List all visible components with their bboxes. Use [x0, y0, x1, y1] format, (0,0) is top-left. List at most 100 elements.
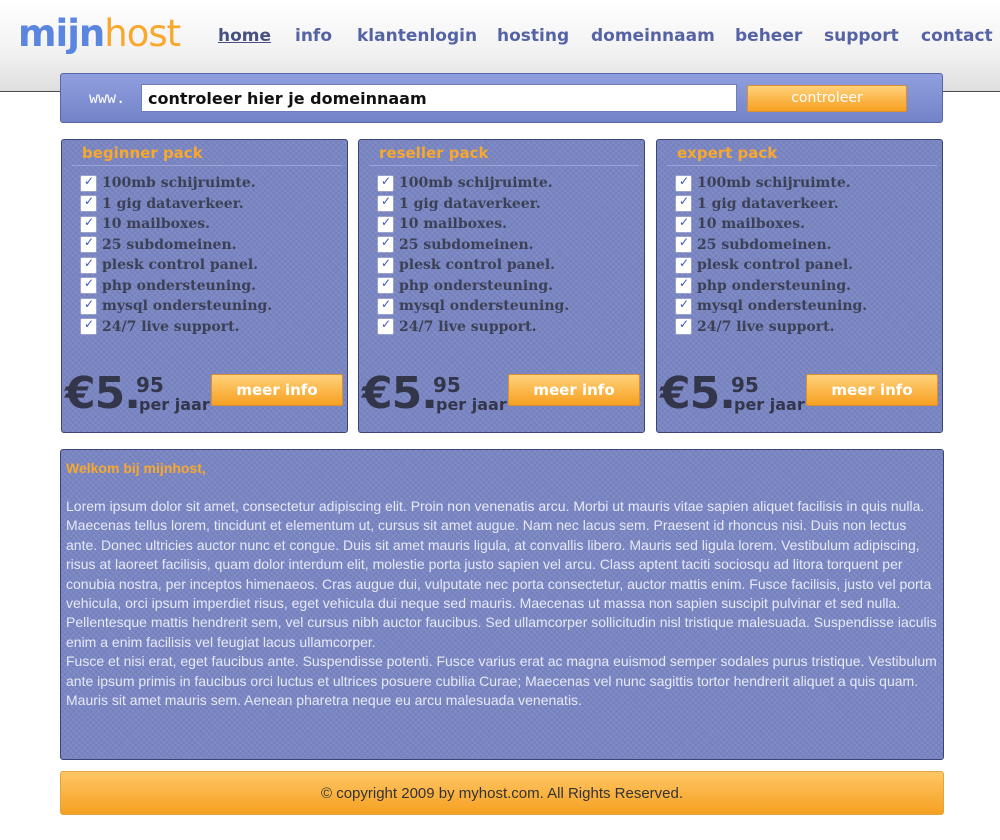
welcome-title: Welkom bij mijnhost,	[66, 460, 206, 476]
www-prefix: www.	[89, 89, 126, 107]
feature-item: mysql ondersteuning.	[80, 296, 272, 317]
nav-home[interactable]: home	[218, 26, 271, 46]
copyright-text: © copyright 2009 by myhost.com. All Righ…	[320, 785, 684, 802]
feature-item: php ondersteuning.	[675, 276, 867, 297]
nav-hosting[interactable]: hosting	[497, 26, 569, 46]
checkbox-checked-icon	[80, 256, 97, 274]
feature-item: 1 gig dataverkeer.	[377, 194, 569, 215]
feature-item: mysql ondersteuning.	[377, 296, 569, 317]
feature-text: 24/7 live support.	[697, 318, 835, 335]
feature-item: plesk control panel.	[377, 255, 569, 276]
checkbox-checked-icon	[80, 174, 97, 192]
price-period: per jaar	[734, 395, 805, 414]
feature-item: 1 gig dataverkeer.	[675, 194, 867, 215]
nav-contact[interactable]: contact	[921, 26, 993, 46]
domain-input[interactable]	[141, 84, 737, 112]
feature-item: 25 subdomeinen.	[80, 235, 272, 256]
more-info-button[interactable]: meer info	[806, 374, 938, 406]
feature-text: 1 gig dataverkeer.	[102, 195, 244, 212]
feature-item: 10 mailboxes.	[377, 214, 569, 235]
feature-text: php ondersteuning.	[697, 277, 851, 294]
feature-text: mysql ondersteuning.	[102, 298, 273, 315]
feature-item: 25 subdomeinen.	[377, 235, 569, 256]
feature-item: mysql ondersteuning.	[675, 296, 867, 317]
feature-text: 100mb schijruimte.	[697, 175, 851, 192]
logo-part-mijn: mijn	[18, 12, 105, 55]
checkbox-checked-icon	[80, 317, 97, 336]
feature-text: 25 subdomeinen.	[399, 236, 534, 253]
feature-text: 10 mailboxes.	[399, 216, 508, 233]
nav-klantenlogin[interactable]: klantenlogin	[357, 26, 477, 46]
price-cents: 95	[136, 373, 164, 397]
feature-text: 25 subdomeinen.	[697, 236, 832, 253]
feature-text: 1 gig dataverkeer.	[697, 195, 839, 212]
welcome-panel: Welkom bij mijnhost, Lorem ipsum dolor s…	[60, 449, 944, 760]
feature-text: 24/7 live support.	[102, 318, 240, 335]
feature-text: 100mb schijruimte.	[399, 175, 553, 192]
feature-item: 1 gig dataverkeer.	[80, 194, 272, 215]
checkbox-checked-icon	[377, 256, 394, 274]
price-main: €5.	[362, 368, 438, 419]
feature-text: plesk control panel.	[399, 257, 556, 274]
check-domain-button[interactable]: controleer	[747, 85, 907, 112]
feature-text: 24/7 live support.	[399, 318, 537, 335]
feature-item: plesk control panel.	[80, 255, 272, 276]
feature-item: 24/7 live support.	[675, 317, 867, 338]
checkbox-checked-icon	[675, 215, 692, 233]
more-info-button[interactable]: meer info	[211, 374, 343, 406]
pack-title: reseller pack	[379, 144, 489, 162]
feature-item: 10 mailboxes.	[80, 214, 272, 235]
welcome-paragraph-2: Fusce et nisi erat, eget faucibus ante. …	[66, 653, 937, 709]
price-period: per jaar	[436, 395, 507, 414]
feature-item: 10 mailboxes.	[675, 214, 867, 235]
checkbox-checked-icon	[377, 235, 394, 254]
price-main: €5.	[65, 368, 141, 419]
checkbox-checked-icon	[675, 174, 692, 192]
feature-item: php ondersteuning.	[377, 276, 569, 297]
nav-domeinnaam[interactable]: domeinnaam	[591, 26, 715, 46]
more-info-button[interactable]: meer info	[508, 374, 640, 406]
feature-text: plesk control panel.	[697, 257, 854, 274]
checkbox-checked-icon	[377, 276, 394, 295]
checkbox-checked-icon	[377, 174, 394, 192]
price-cents: 95	[731, 373, 759, 397]
welcome-paragraph-1: Lorem ipsum dolor sit amet, consectetur …	[66, 498, 937, 650]
feature-text: 10 mailboxes.	[697, 216, 806, 233]
domain-search-bar: www. controleer	[60, 73, 943, 123]
feature-text: mysql ondersteuning.	[399, 298, 570, 315]
feature-text: 25 subdomeinen.	[102, 236, 237, 253]
checkbox-checked-icon	[80, 276, 97, 295]
price-main: €5.	[660, 368, 736, 419]
nav-support[interactable]: support	[824, 26, 899, 46]
feature-list: 100mb schijruimte. 1 gig dataverkeer. 10…	[377, 173, 569, 337]
checkbox-checked-icon	[377, 297, 394, 315]
welcome-text: Lorem ipsum dolor sit amet, consectetur …	[66, 497, 940, 710]
pack-card-beginner: beginner pack 100mb schijruimte. 1 gig d…	[61, 139, 348, 433]
price-period: per jaar	[139, 395, 210, 414]
feature-item: 24/7 live support.	[80, 317, 272, 338]
footer: © copyright 2009 by myhost.com. All Righ…	[60, 771, 944, 815]
feature-text: plesk control panel.	[102, 257, 259, 274]
checkbox-checked-icon	[377, 215, 394, 233]
feature-text: 1 gig dataverkeer.	[399, 195, 541, 212]
feature-item: php ondersteuning.	[80, 276, 272, 297]
feature-text: php ondersteuning.	[399, 277, 553, 294]
pack-card-reseller: reseller pack 100mb schijruimte. 1 gig d…	[358, 139, 645, 433]
nav-info[interactable]: info	[295, 26, 332, 46]
pack-card-expert: expert pack 100mb schijruimte. 1 gig dat…	[656, 139, 943, 433]
feature-list: 100mb schijruimte. 1 gig dataverkeer. 10…	[80, 173, 272, 337]
checkbox-checked-icon	[80, 235, 97, 254]
checkbox-checked-icon	[80, 215, 97, 233]
checkbox-checked-icon	[675, 317, 692, 336]
logo[interactable]: mijnhost	[18, 12, 181, 55]
feature-text: 10 mailboxes.	[102, 216, 211, 233]
pack-divider	[667, 165, 937, 166]
logo-part-host: host	[104, 12, 181, 55]
checkbox-checked-icon	[675, 194, 692, 213]
checkbox-checked-icon	[377, 317, 394, 336]
nav-beheer[interactable]: beheer	[735, 26, 802, 46]
feature-list: 100mb schijruimte. 1 gig dataverkeer. 10…	[675, 173, 867, 337]
pack-divider	[72, 165, 342, 166]
checkbox-checked-icon	[675, 297, 692, 315]
feature-text: mysql ondersteuning.	[697, 298, 868, 315]
